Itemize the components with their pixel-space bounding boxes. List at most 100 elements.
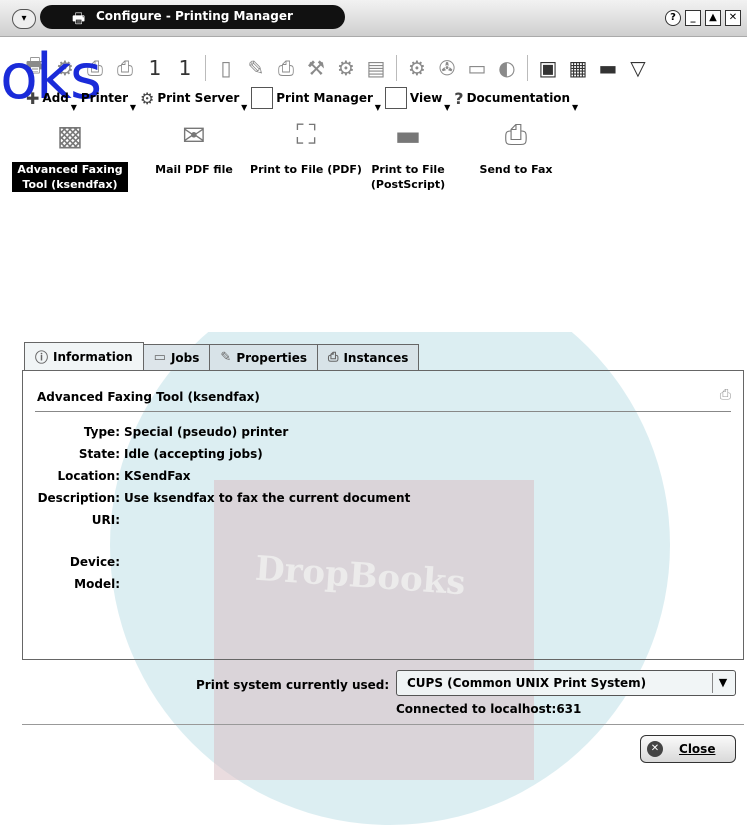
- set-user-default-icon[interactable]: 1: [172, 54, 198, 82]
- tools-icon[interactable]: ⚒: [303, 54, 329, 82]
- menu-print-manager-label: Print Manager: [276, 91, 373, 105]
- printer-label: Print to File (PostScript): [370, 163, 446, 191]
- printer-item[interactable]: ⛶ Print to File (PDF): [248, 118, 364, 177]
- window-controls: ? _ ▲ ✕: [665, 10, 741, 26]
- printer-disabled-icon[interactable]: ⎙: [273, 54, 299, 82]
- printer-name-heading: Advanced Faxing Tool (ksendfax): [37, 390, 260, 404]
- field-key: URI:: [91, 513, 120, 527]
- close-icon: ✕: [647, 741, 663, 757]
- info-icon: ⓘ: [35, 351, 49, 366]
- mail-pdf-icon: ✉: [182, 118, 206, 152]
- gear-icon: ⚙: [140, 88, 155, 108]
- view-window-icon: [384, 87, 407, 109]
- filter-icon[interactable]: ▽: [625, 54, 651, 82]
- set-default-icon[interactable]: 1: [142, 54, 168, 82]
- help-button[interactable]: ?: [665, 10, 681, 26]
- view-printers-icon[interactable]: ▣: [535, 54, 561, 82]
- view-toolbar-icon[interactable]: ▬: [595, 54, 621, 82]
- toolbar-separator: [396, 55, 397, 81]
- dropdown-icon[interactable]: ▼: [712, 673, 733, 693]
- tab-label: Information: [53, 349, 133, 364]
- print-system-row: Print system currently used: CUPS (Commo…: [22, 670, 744, 704]
- menu-printer[interactable]: Printer ▼: [77, 87, 136, 112]
- printer-label: Send to Fax: [479, 163, 553, 176]
- lower-panel: ⓘ Information ▭ Jobs ✎ Properties ⎙ Instances A…: [22, 332, 744, 779]
- wrench-icon: ✎: [220, 350, 232, 365]
- title-bar: ▾ 🖶 Configure - Printing Manager ? _ ▲ ✕: [0, 0, 747, 37]
- window-title: Configure - Printing Manager: [96, 9, 293, 23]
- clipboard-icon[interactable]: ▤: [363, 54, 389, 82]
- close-button[interactable]: ✕ Close: [640, 735, 736, 763]
- printer-title-icon: 🖶: [72, 11, 86, 27]
- floppy-disk-icon: ▬: [394, 118, 422, 152]
- tab-information[interactable]: ⓘ Information: [24, 342, 144, 370]
- close-window-button[interactable]: ✕: [725, 10, 741, 26]
- info-field: Model:: [23, 577, 124, 591]
- info-field: Location: KSendFax: [23, 469, 191, 483]
- folder-icon: ▭: [153, 350, 166, 365]
- dropdown-arrow-icon: ▼: [571, 103, 579, 112]
- maximize-button[interactable]: ▲: [705, 10, 721, 26]
- printer-label: Print to File (PDF): [250, 163, 362, 176]
- add-icon: ✚: [26, 88, 40, 108]
- info-field: Device:: [23, 555, 124, 569]
- printer-gray-2-icon[interactable]: ⎙: [112, 54, 138, 82]
- icon-toolbar: 🖶 ⚙ ⎙ ⎙ 1 1 ▯ ✎ ⎙ ⚒ ⚙ ▤ ⚙ ✇ ▭ ◐ ▣ ▦ ▬ ▽: [22, 50, 651, 86]
- field-value: KSendFax: [124, 469, 191, 483]
- configure-icon[interactable]: ✎: [243, 54, 269, 82]
- print-system-label: Print system currently used:: [196, 678, 390, 692]
- info-field: Description: Use ksendfax to fax the curr…: [23, 491, 411, 505]
- printer-list: ▩ Advanced Faxing Tool (ksendfax) ✉ Mail PD…: [12, 112, 744, 332]
- field-key: Model:: [74, 577, 120, 591]
- menu-print-manager[interactable]: Print Manager ▼: [247, 87, 381, 112]
- view-icons-icon[interactable]: ▦: [565, 54, 591, 82]
- fax-machine-icon: ▩: [56, 118, 84, 152]
- field-value: Use ksendfax to fax the current document: [124, 491, 411, 505]
- printer-item[interactable]: ▩ Advanced Faxing Tool (ksendfax): [12, 118, 128, 192]
- information-panel: Advanced Faxing Tool (ksendfax) ⎙ Type: S…: [22, 370, 744, 660]
- menu-view[interactable]: View ▼: [381, 87, 450, 112]
- close-label: Close: [679, 742, 716, 756]
- connection-status: Connected to localhost:631: [396, 702, 582, 716]
- menu-print-server[interactable]: ⚙ Print Server ▼: [136, 87, 247, 113]
- server-view-icon[interactable]: ▭: [464, 54, 490, 82]
- printer-item[interactable]: ▬ Print to File (PostScript): [350, 118, 466, 192]
- toolbar-separator: [205, 55, 206, 81]
- info-field: URI:: [23, 513, 124, 527]
- field-value: Special (pseudo) printer: [124, 425, 289, 439]
- tab-instances[interactable]: ⎙ Instances: [317, 344, 420, 370]
- minimize-button[interactable]: _: [685, 10, 701, 26]
- tab-label: Instances: [343, 350, 409, 365]
- divider: [22, 724, 744, 725]
- menu-add-label: Add: [42, 91, 69, 105]
- server-wizard-icon[interactable]: ✇: [434, 54, 460, 82]
- tab-jobs[interactable]: ▭ Jobs: [142, 344, 211, 370]
- menu-documentation[interactable]: ? Documentation ▼: [450, 87, 579, 113]
- test-printer-icon[interactable]: ▯: [213, 54, 239, 82]
- menu-add[interactable]: ✚ Add ▼: [22, 87, 77, 113]
- print-icon[interactable]: ⎙: [720, 387, 731, 403]
- info-field: Type: Special (pseudo) printer: [23, 425, 288, 439]
- window-menu-button[interactable]: ▾: [12, 9, 36, 29]
- print-system-select[interactable]: CUPS (Common UNIX Print System) ▼: [396, 670, 736, 696]
- tab-properties[interactable]: ✎ Properties: [209, 344, 319, 370]
- fax-printer-icon: ⎙: [504, 118, 528, 151]
- pdf-file-icon: ⛶: [296, 118, 316, 151]
- printer-icon: ⎙: [328, 350, 339, 365]
- window-icon: [251, 87, 274, 109]
- field-key: Location:: [57, 469, 120, 483]
- server-config-icon[interactable]: ⚙: [404, 54, 430, 82]
- menu-toolbar: ✚ Add ▼ Printer ▼ ⚙ Print Server ▼ Print…: [22, 86, 579, 113]
- field-key: Description:: [37, 491, 120, 505]
- field-key: Device:: [69, 555, 120, 569]
- info-field: State: Idle (accepting jobs): [23, 447, 263, 461]
- filter-config-icon[interactable]: ⚙: [333, 54, 359, 82]
- printer-label: Advanced Faxing Tool (ksendfax): [12, 162, 128, 192]
- printer-label: Mail PDF file: [155, 163, 233, 176]
- printer-item[interactable]: ✉ Mail PDF file: [136, 118, 252, 177]
- printer-item[interactable]: ⎙ Send to Fax: [458, 118, 574, 177]
- restart-server-icon[interactable]: ◐: [494, 54, 520, 82]
- menu-printer-label: Printer: [80, 91, 129, 105]
- print-system-value: CUPS (Common UNIX Print System): [407, 676, 647, 690]
- help-icon: ?: [454, 88, 464, 108]
